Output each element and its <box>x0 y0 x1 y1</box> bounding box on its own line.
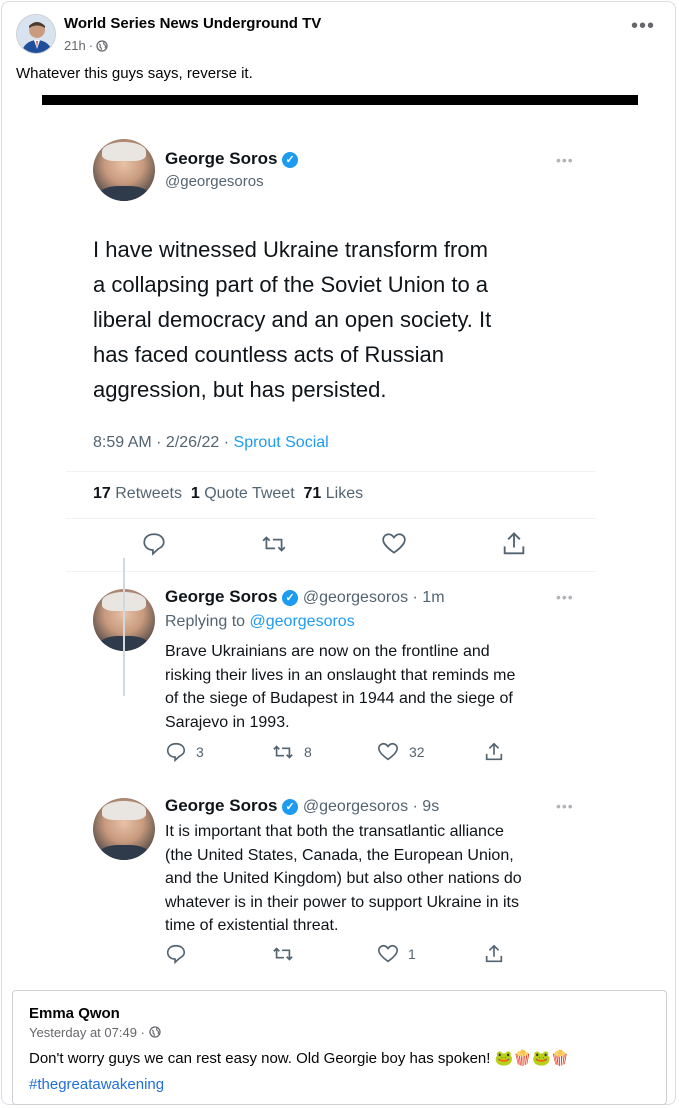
tweet-line: has faced countless acts of Russian <box>93 342 444 367</box>
retweets-count: 17 <box>93 485 111 502</box>
page-avatar[interactable] <box>16 14 56 54</box>
tweet-timestamp-row: 8:59 AM · 2/26/22 · Sprout Social <box>93 434 329 452</box>
like-icon <box>376 943 400 970</box>
quote-count: 1 <box>190 485 200 502</box>
like-icon <box>376 741 400 768</box>
comment-meta: Yesterday at 07:49 · <box>29 1025 161 1040</box>
tweet-author-handle: @georgesoros <box>165 173 264 190</box>
divider <box>66 518 596 519</box>
divider <box>66 571 596 572</box>
reply1-retweet-count: 8 <box>304 744 312 760</box>
image-top-bar <box>42 95 638 105</box>
comment-bubble: Emma Qwon Yesterday at 07:49 · Don't wor… <box>12 990 667 1105</box>
replying-handle: @georgesoros <box>249 613 355 630</box>
reply2-body: It is important that both the transatlan… <box>165 820 522 938</box>
tweet-body: I have witnessed Ukraine transform from … <box>93 232 491 407</box>
post-text: Whatever this guys says, reverse it. <box>16 65 253 82</box>
more-options-button[interactable]: ••• <box>631 16 655 36</box>
reply1-line: of the siege of Budapest in 1944 and the… <box>165 690 513 707</box>
reply2-author-name: George Soros <box>165 796 278 815</box>
globe-icon <box>148 1026 161 1038</box>
comment-author[interactable]: Emma Qwon <box>29 1005 120 1022</box>
reply1-more-icon: ••• <box>556 589 574 605</box>
verified-badge-icon: ✓ <box>282 151 299 168</box>
share-icon <box>483 942 505 971</box>
reply2-handle-time: @georgesoros · 9s <box>302 798 440 815</box>
reply1-line: risking their lives in an onslaught that… <box>165 666 516 684</box>
share-icon <box>500 530 528 563</box>
tweet-timestamp: 8:59 AM · 2/26/22 · <box>93 434 234 451</box>
retweets-label: Retweets <box>115 485 182 502</box>
reply1-line: Sarajevo in 1993. <box>165 713 290 731</box>
reply2-line: (the United States, Canada, the European… <box>165 846 514 864</box>
reply1-author-name: George Soros <box>165 587 278 606</box>
page-name[interactable]: World Series News Underground TV <box>64 15 321 32</box>
retweet-icon <box>260 531 288 562</box>
reply1-body: Brave Ukrainians are now on the frontlin… <box>165 640 515 734</box>
retweet-icon <box>271 943 295 970</box>
reply1-reply-count: 3 <box>196 744 204 760</box>
post-meta: 21h · <box>64 38 108 53</box>
reply2-avatar <box>93 798 155 860</box>
divider <box>66 471 596 472</box>
reply1-like-count: 32 <box>409 744 425 760</box>
reply-icon <box>165 943 187 970</box>
tweet-line: liberal democracy and an open society. I… <box>93 307 492 332</box>
reply1-handle-time: @georgesoros · 1m <box>302 589 445 606</box>
comment-time[interactable]: Yesterday at 07:49 · <box>29 1025 149 1040</box>
reply-icon <box>165 741 187 768</box>
verified-badge-icon: ✓ <box>282 798 299 815</box>
reply2-line: whatever is in their power to support Uk… <box>165 893 519 911</box>
reply-icon <box>141 531 167 562</box>
post-card: World Series News Underground TV 21h · •… <box>1 1 676 1105</box>
reply1-header: George Soros ✓ @georgesoros · 1m <box>165 587 445 607</box>
comment-text: Don't worry guys we can rest easy now. O… <box>29 1050 570 1067</box>
thread-connector <box>123 558 125 696</box>
verified-badge-icon: ✓ <box>282 589 299 606</box>
tweet-author-row: George Soros ✓ <box>165 149 299 169</box>
share-icon <box>483 740 505 769</box>
reply2-like-count: 1 <box>408 946 416 962</box>
likes-count: 71 <box>303 485 322 502</box>
tweet-stats: 17 Retweets 1 Quote Tweet 71 Likes <box>93 485 363 503</box>
quote-label: Quote Tweet <box>204 485 295 502</box>
tweet-line: aggression, but has persisted. <box>93 377 387 402</box>
retweet-icon <box>271 741 295 768</box>
like-icon <box>380 531 408 562</box>
globe-icon <box>96 39 108 52</box>
reply1-replying-to: Replying to @georgesoros <box>165 613 355 631</box>
reply1-line: Brave Ukrainians are now on the frontlin… <box>165 643 490 660</box>
reply2-line: and the United Kingdom) but also other n… <box>165 870 522 887</box>
tweet-avatar <box>93 139 155 201</box>
reply2-line: time of existential threat. <box>165 917 339 934</box>
post-time[interactable]: 21h <box>64 38 86 53</box>
tweet-line: a collapsing part of the Soviet Union to… <box>93 272 489 297</box>
tweet-line: I have witnessed Ukraine transform from <box>93 237 488 262</box>
more-icon: ••• <box>630 15 655 37</box>
reply2-header: George Soros ✓ @georgesoros · 9s <box>165 796 439 816</box>
tweet-author-name: George Soros <box>165 149 278 168</box>
tweet-source: Sprout Social <box>233 434 329 451</box>
meta-separator: · <box>88 38 94 53</box>
comment-hashtag-link[interactable]: #thegreatawakening <box>29 1076 164 1093</box>
post-image[interactable]: George Soros ✓ @georgesoros ••• I have w… <box>2 95 675 989</box>
reply2-more-icon: ••• <box>556 798 574 814</box>
likes-label: Likes <box>325 485 364 502</box>
reply2-line: It is important that both the transatlan… <box>165 823 504 840</box>
tweet-more-icon: ••• <box>556 152 574 168</box>
replying-prefix: Replying to <box>165 613 250 630</box>
